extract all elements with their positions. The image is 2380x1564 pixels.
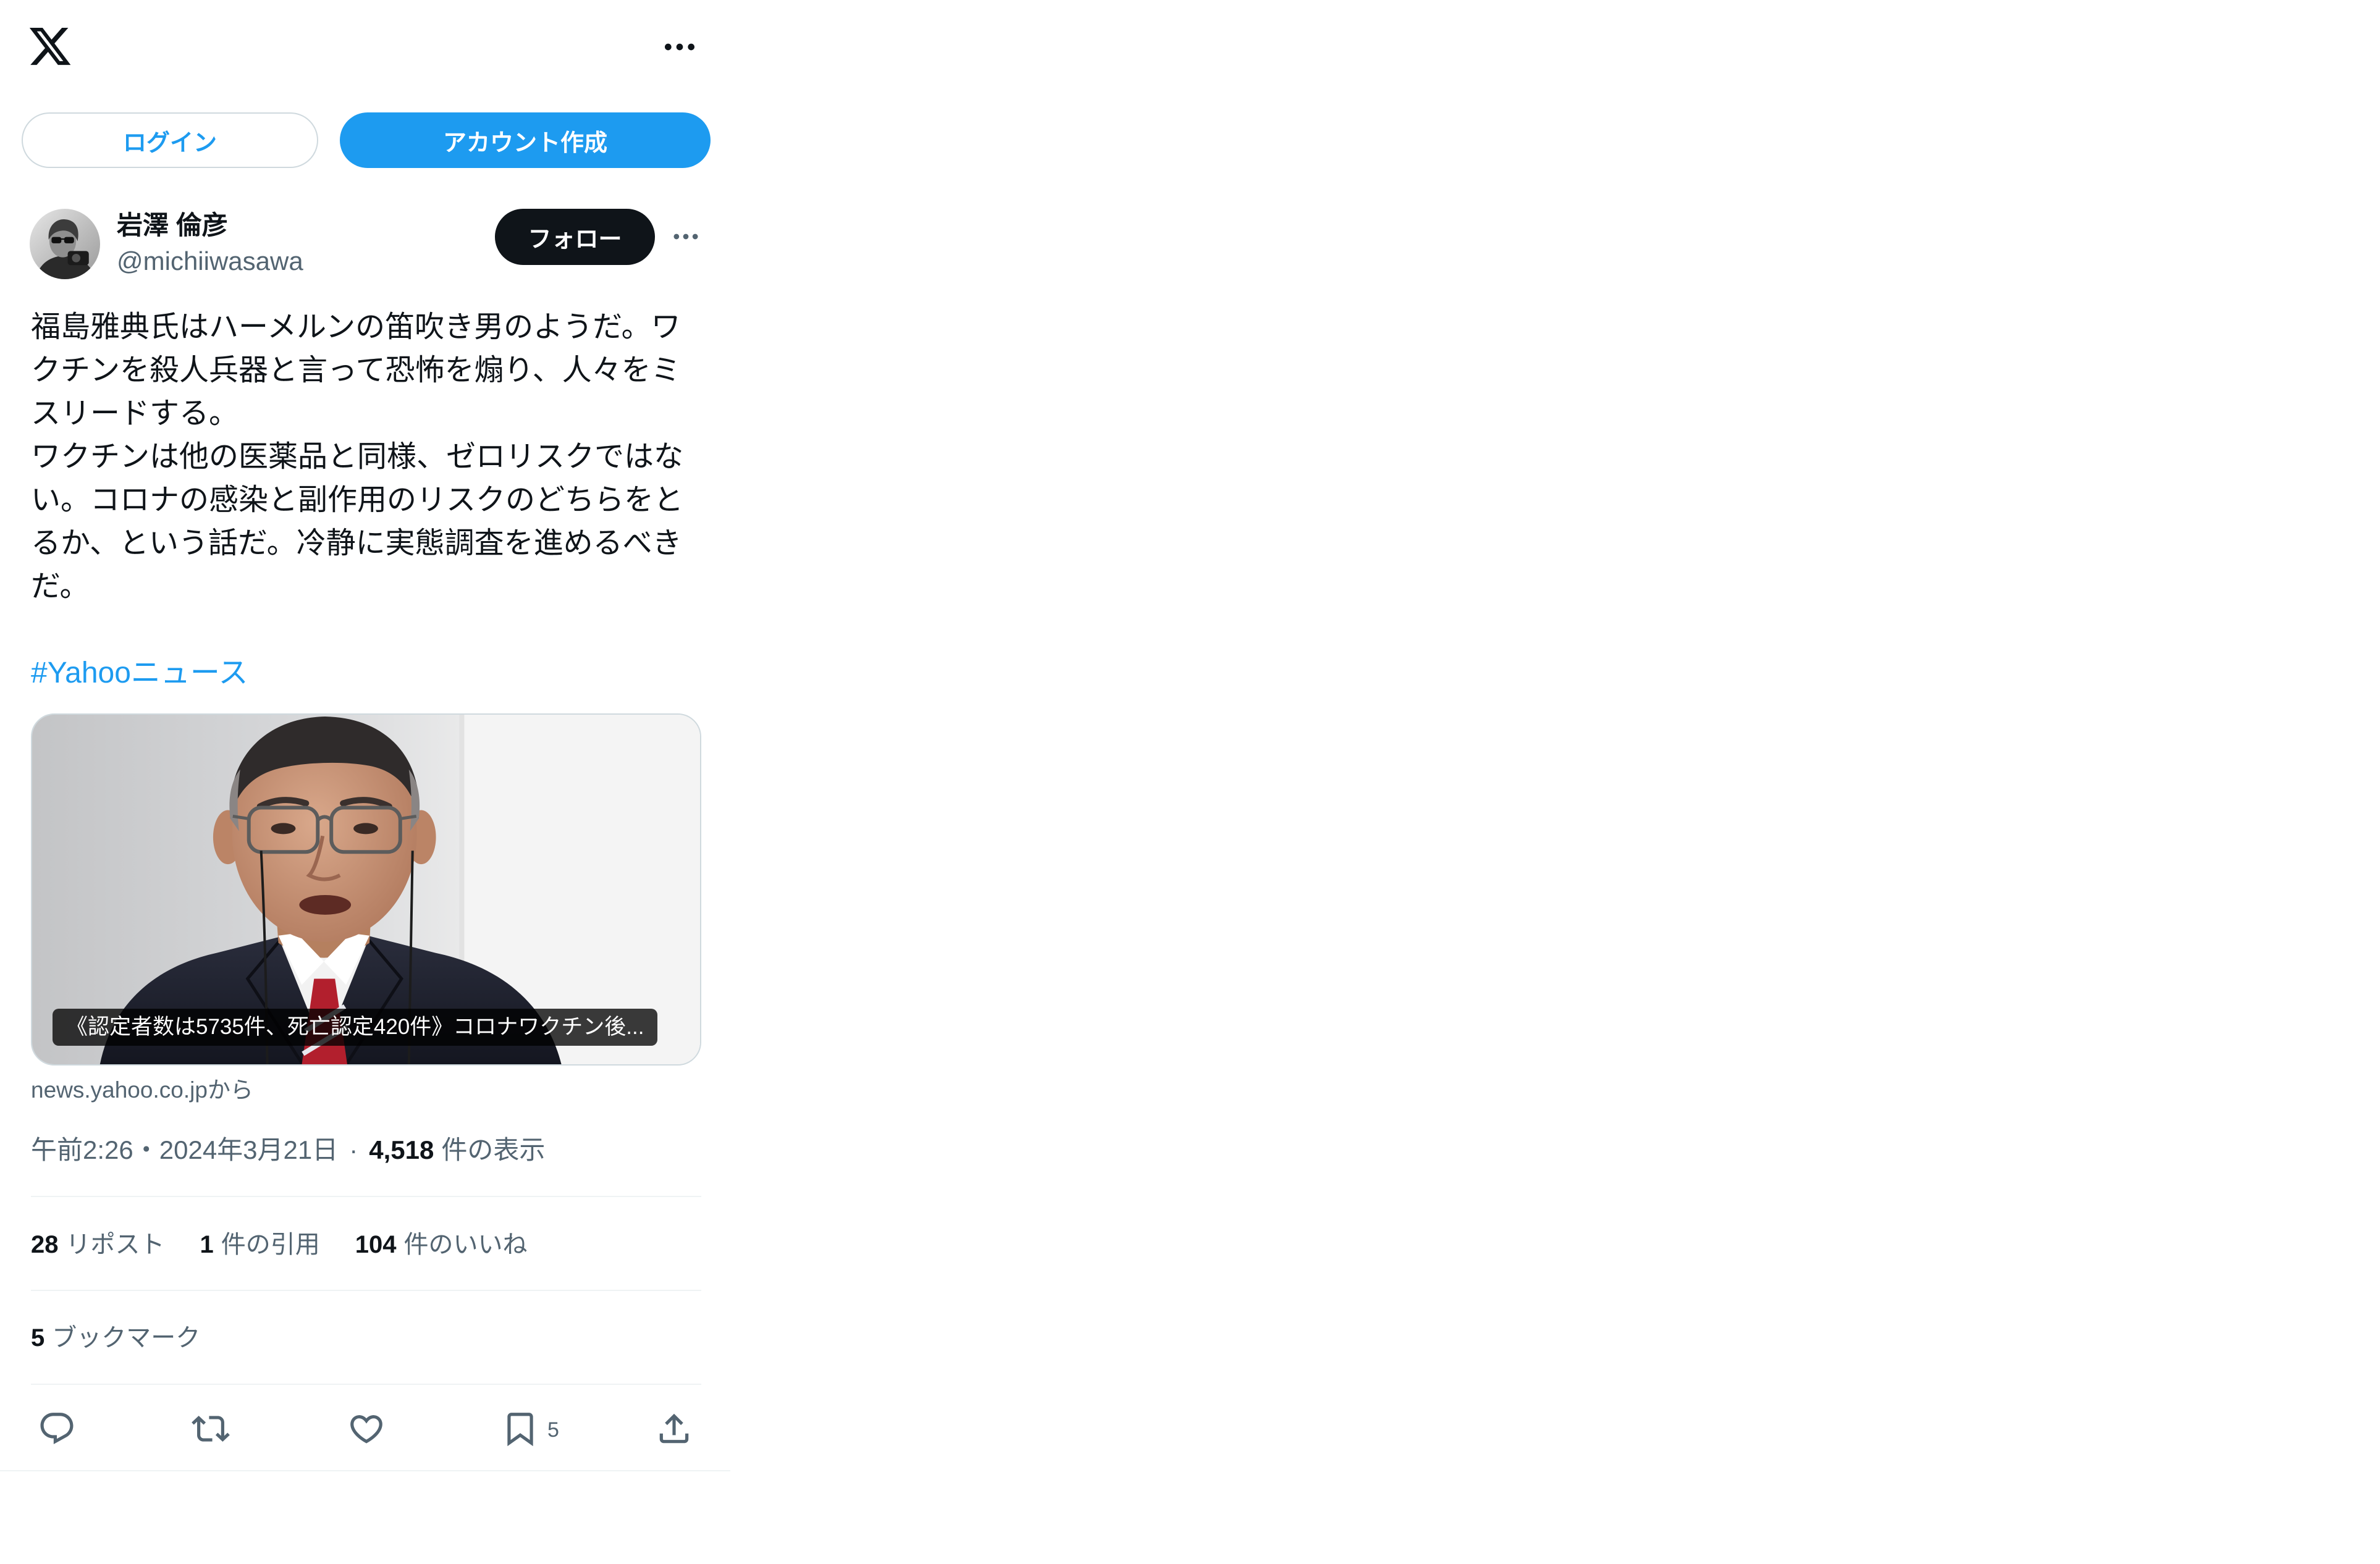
- tweet-more-icon[interactable]: [670, 221, 702, 253]
- divider: [31, 1384, 701, 1385]
- timestamp[interactable]: 午前2:26・2024年3月21日: [31, 1135, 338, 1164]
- tweet-paragraph: 福島雅典氏はハーメルンの笛吹き男のようだ。ワクチンを殺人兵器と言って恐怖を煽り、…: [31, 311, 681, 430]
- divider: [31, 1290, 701, 1291]
- avatar[interactable]: [30, 209, 100, 279]
- likes-count: 104: [355, 1231, 397, 1258]
- card-source[interactable]: news.yahoo.co.jpから: [31, 1076, 253, 1104]
- link-card[interactable]: 《認定者数は5735件、死亡認定420件》コロナワクチン後...: [31, 713, 701, 1066]
- reply-icon: [40, 1413, 74, 1445]
- more-horizontal-icon[interactable]: [660, 27, 699, 67]
- bookmark-icon: [507, 1413, 533, 1447]
- bookmark-button[interactable]: [501, 1410, 539, 1448]
- quotes-stat[interactable]: 1 件の引用: [200, 1229, 320, 1261]
- hashtag-link[interactable]: #Yahooニュース: [31, 652, 703, 695]
- bookmarks-label: ブックマーク: [52, 1324, 201, 1352]
- x-logo-icon-graphic: [29, 27, 71, 65]
- create-account-button-label: アカウント作成: [442, 130, 607, 156]
- divider: [31, 1196, 701, 1197]
- follow-button-label: フォロー: [528, 227, 622, 253]
- divider: [0, 1470, 730, 1471]
- tweet-meta: 午前2:26・2024年3月21日 · 4,518 件の表示: [31, 1134, 545, 1166]
- card-title: 《認定者数は5735件、死亡認定420件》コロナワクチン後...: [53, 1009, 658, 1046]
- tweet-text: 福島雅典氏はハーメルンの笛吹き男のようだ。ワクチンを殺人兵器と言って恐怖を煽り、…: [31, 306, 703, 695]
- views-label: 件の表示: [441, 1135, 546, 1164]
- create-account-button[interactable]: アカウント作成: [340, 112, 711, 168]
- likes-label: 件のいいね: [403, 1231, 528, 1258]
- bookmark-button-count[interactable]: 5: [547, 1415, 559, 1445]
- engagement-stats: 28 リポスト 1 件の引用 104 件のいいね: [31, 1229, 528, 1261]
- author-handle[interactable]: @michiiwasawa: [117, 245, 303, 277]
- repost-icon: [192, 1416, 230, 1442]
- likes-stat[interactable]: 104 件のいいね: [355, 1229, 528, 1261]
- follow-button[interactable]: フォロー: [495, 209, 655, 265]
- login-button-label: ログイン: [122, 130, 217, 156]
- quotes-label: 件の引用: [221, 1231, 320, 1258]
- avatar-photo: [30, 209, 100, 279]
- bookmarks-stat: 5 ブックマーク: [31, 1322, 200, 1354]
- repost-button[interactable]: [192, 1410, 230, 1448]
- tweet-paragraph: ワクチンは他の医薬品と同様、ゼロリスクではない。コロナの感染と副作用のリスクのど…: [31, 440, 684, 603]
- more-horizontal-icon-graphic: [665, 43, 694, 51]
- reposts-label: リポスト: [65, 1231, 165, 1258]
- share-button[interactable]: [655, 1410, 693, 1448]
- reposts-count: 28: [31, 1231, 59, 1258]
- login-button[interactable]: ログイン: [22, 112, 318, 168]
- views-count: 4,518: [369, 1135, 434, 1164]
- x-logo-icon[interactable]: [27, 23, 73, 69]
- bookmarks-count: 5: [31, 1324, 45, 1352]
- like-button[interactable]: [347, 1410, 386, 1448]
- share-icon: [659, 1413, 689, 1444]
- heart-icon: [350, 1415, 382, 1444]
- quotes-count: 1: [200, 1231, 214, 1258]
- author-name[interactable]: 岩澤 倫彦: [117, 209, 228, 242]
- more-horizontal-icon: [673, 233, 698, 240]
- reply-button[interactable]: [38, 1410, 76, 1448]
- meta-separator: ·: [349, 1135, 358, 1164]
- reposts-stat[interactable]: 28 リポスト: [31, 1229, 165, 1261]
- tweet-page: ログイン アカウント作成 岩澤 倫彦 @michiiwasawa フォロー 福島…: [0, 0, 2380, 1564]
